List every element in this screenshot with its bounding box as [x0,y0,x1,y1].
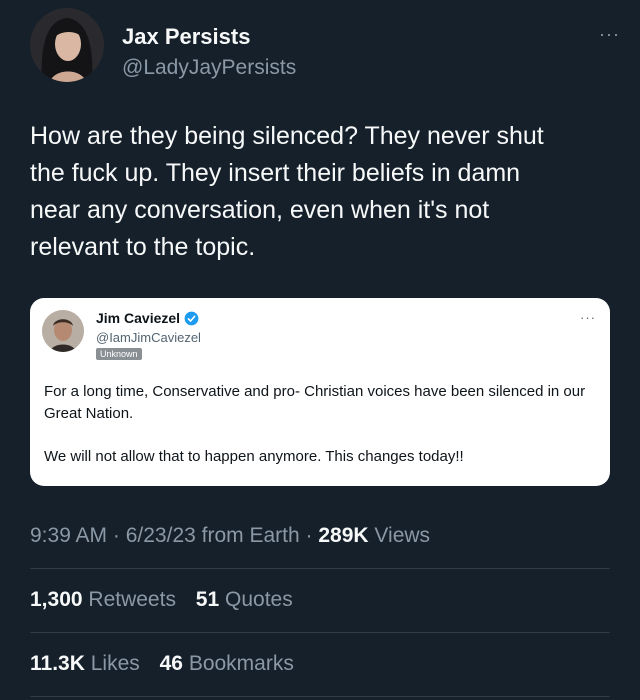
quoted-more-options-icon[interactable]: ··· [580,310,596,325]
tweet-text: How are they being silenced? They never … [30,118,610,266]
avatar[interactable] [30,8,104,82]
quoted-avatar-photo [42,310,84,352]
retweets-count: 1,300 [30,588,83,611]
divider [30,568,610,569]
likes-count: 11.3K [30,652,85,675]
unknown-badge: Unknown [96,348,142,360]
author-handle[interactable]: @LadyJayPersists [122,56,296,80]
avatar-photo [30,8,104,82]
views-count: 289K [318,524,369,547]
quoted-tweet-card[interactable]: Jim Caviezel @IamJimCaviezel Unknown ···… [30,298,610,486]
likes-stat[interactable]: 11.3K Likes [30,652,140,675]
divider [30,632,610,633]
views-label: Views [368,524,431,547]
tweet-source: from Earth [195,524,300,547]
tweet-meta: 9:39 AM · 6/23/23 from Earth · 289K View… [30,524,430,548]
quotes-stat[interactable]: 51 Quotes [196,588,293,611]
more-options-icon[interactable]: ··· [599,24,620,45]
tweet-line: near any conversation, even when it's no… [30,196,490,224]
quoted-author-handle[interactable]: @IamJimCaviezel [96,330,201,345]
tweet-line: relevant to the topic. [30,233,256,261]
tweet-time[interactable]: 9:39 AM [30,524,107,547]
quoted-avatar[interactable] [42,310,84,352]
bookmarks-stat[interactable]: 46 Bookmarks [160,652,294,675]
divider [30,696,610,697]
quotes-count: 51 [195,588,220,611]
author-name[interactable]: Jax Persists [122,24,250,50]
quoted-paragraph: For a long time, Conservative and pro- C… [44,383,586,422]
quoted-author-name: Jim Caviezel [96,310,181,326]
verified-badge-icon [184,311,199,325]
tweet-header: Jax Persists @LadyJayPersists ··· [30,8,620,84]
quotes-label: Quotes [225,588,293,611]
stats-row-likes: 11.3K Likes 46 Bookmarks [30,652,308,676]
likes-label: Likes [90,652,140,675]
quoted-author[interactable]: Jim Caviezel [96,310,199,326]
meta-separator: · [299,524,319,547]
retweets-label: Retweets [88,588,176,611]
stats-row-retweets: 1,300 Retweets 51 Quotes [30,588,307,612]
quoted-tweet-text: For a long time, Conservative and pro- C… [44,381,596,468]
quoted-paragraph: We will not allow that to happen anymore… [44,448,464,465]
bookmarks-label: Bookmarks [188,652,294,675]
retweets-stat[interactable]: 1,300 Retweets [30,588,176,611]
tweet-line: How are they being silenced? They never … [30,122,544,150]
bookmarks-count: 46 [159,652,183,675]
tweet-line: the fuck up. They insert their beliefs i… [30,159,521,187]
meta-separator: · [107,524,126,547]
tweet-date[interactable]: 6/23/23 [126,524,196,547]
